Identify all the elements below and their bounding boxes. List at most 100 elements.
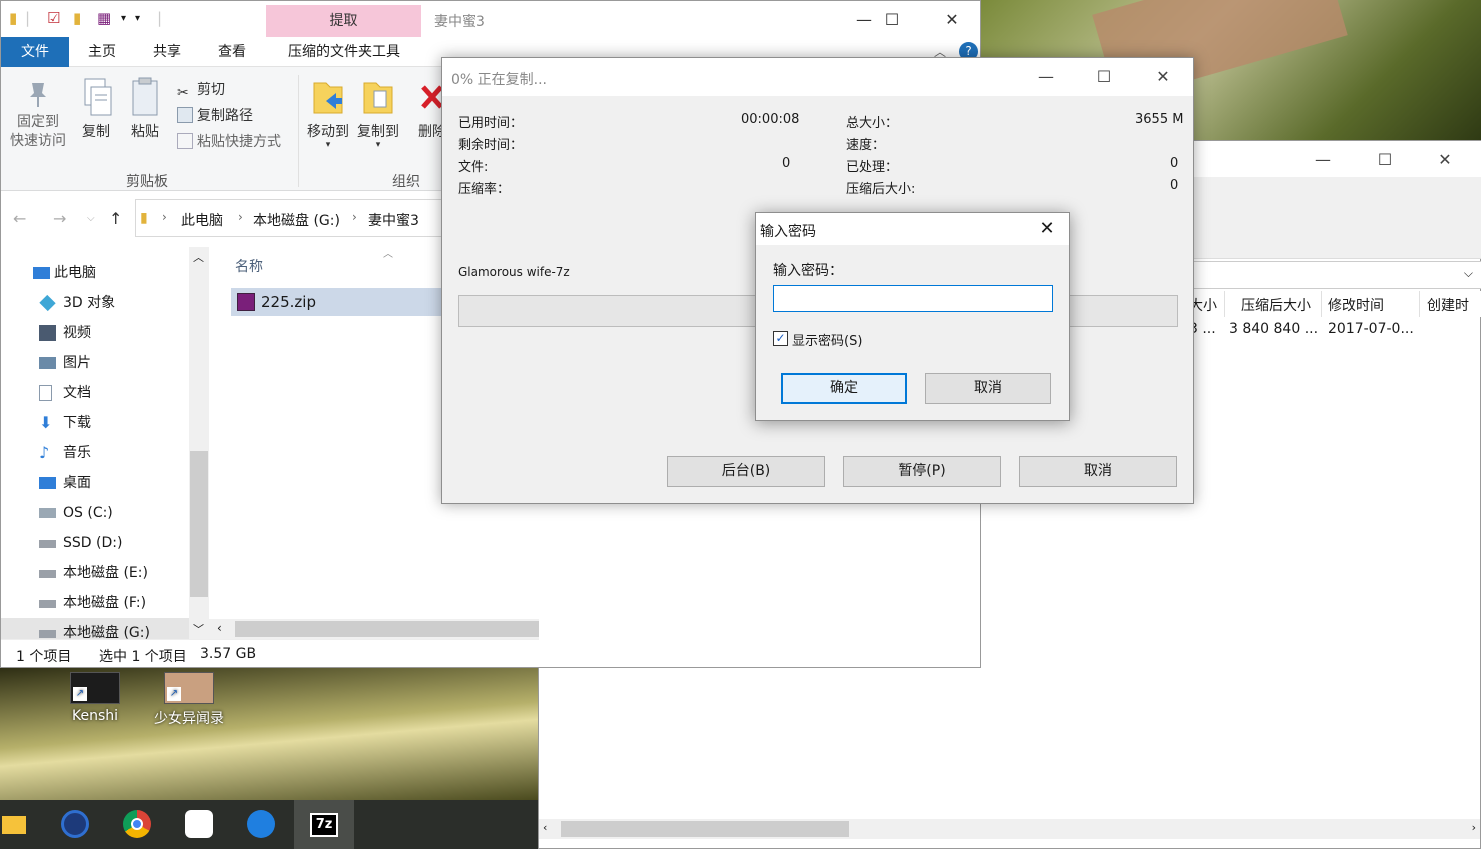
total-size-value: 3655 M xyxy=(1135,112,1184,127)
tab-view[interactable]: 查看 xyxy=(215,37,249,67)
dropdown-icon[interactable]: ▾ xyxy=(135,13,140,24)
selected-count: 选中 1 个项目 xyxy=(99,649,187,665)
nav-item-drive-d[interactable]: SSD (D:) xyxy=(1,528,189,558)
nav-item-desktop[interactable]: 桌面 xyxy=(1,468,189,498)
move-to-button[interactable]: 移动到 ▾ xyxy=(305,77,351,150)
taskbar-thunder[interactable] xyxy=(237,800,285,849)
nav-item-this-pc[interactable]: 此电脑 xyxy=(1,258,189,288)
recent-locations-icon[interactable]: ⌵ xyxy=(87,213,95,224)
scroll-up-icon[interactable]: ︿ xyxy=(193,249,204,265)
scroll-left-icon[interactable]: ‹ xyxy=(543,821,547,834)
pin-to-quick-access-button[interactable]: 固定到 快速访问 xyxy=(5,81,71,151)
column-header-name[interactable]: 名称 xyxy=(235,256,263,276)
ok-button[interactable]: 确定 xyxy=(781,373,907,404)
nav-item-videos[interactable]: 视频 xyxy=(1,318,189,348)
copy-path-button[interactable]: 复制路径 xyxy=(177,105,253,125)
forward-arrow-icon[interactable]: → xyxy=(53,209,66,228)
tab-compressed-tools[interactable]: 压缩的文件夹工具 xyxy=(281,37,407,67)
column-packed-size[interactable]: 压缩后大小 xyxy=(1241,295,1311,315)
taskbar-file-explorer[interactable] xyxy=(0,800,36,849)
address-bar[interactable]: ▮ › 此电脑 › 本地磁盘 (G:) › 妻中蜜3 xyxy=(135,199,455,237)
taskbar-7zip[interactable]: 7z xyxy=(294,800,354,849)
scrollbar-thumb[interactable] xyxy=(561,821,849,837)
move-to-icon xyxy=(310,77,346,117)
tab-share[interactable]: 共享 xyxy=(150,37,184,67)
paste-icon xyxy=(127,77,163,117)
nav-item-drive-e[interactable]: 本地磁盘 (E:) xyxy=(1,558,189,588)
nav-item-pictures[interactable]: 图片 xyxy=(1,348,189,378)
up-arrow-icon[interactable]: ↑ xyxy=(109,209,122,228)
password-titlebar: 输入密码 ✕ xyxy=(756,213,1069,245)
close-button[interactable]: ✕ xyxy=(923,7,980,33)
drive-icon xyxy=(39,630,56,638)
nav-item-documents[interactable]: 文档 xyxy=(1,378,189,408)
taskbar-baidu-netdisk[interactable] xyxy=(175,800,223,849)
desktop-icon-kenshi[interactable]: ↗ Kenshi xyxy=(50,672,140,724)
pin-icon xyxy=(26,81,50,109)
minimize-button[interactable]: — xyxy=(1294,147,1352,173)
breadcrumb-this-pc[interactable]: 此电脑 xyxy=(181,210,223,230)
cancel-button[interactable]: 取消 xyxy=(925,373,1051,404)
tab-file[interactable]: 文件 xyxy=(1,37,69,67)
show-password-checkbox[interactable]: ✓ xyxy=(773,331,788,346)
copy-button[interactable]: 复制 xyxy=(79,77,113,141)
customize-toolbar-icon[interactable]: ▾ xyxy=(121,13,126,24)
column-created[interactable]: 创建时 xyxy=(1427,295,1469,315)
scroll-right-icon[interactable]: › xyxy=(1472,821,1476,834)
cut-button[interactable]: ✂ 剪切 xyxy=(177,79,225,101)
maximize-button[interactable]: ☐ xyxy=(863,7,921,33)
processed-value: 0 xyxy=(1170,156,1179,171)
progress-title: 0% 正在复制... xyxy=(451,72,548,88)
breadcrumb-drive-g[interactable]: 本地磁盘 (G:) xyxy=(253,210,340,230)
nav-item-drive-c[interactable]: OS (C:) xyxy=(1,498,189,528)
column-modified[interactable]: 修改时间 xyxy=(1328,295,1384,315)
back-arrow-icon[interactable]: ← xyxy=(13,209,26,228)
nav-item-downloads[interactable]: ⬇ 下载 xyxy=(1,408,189,438)
pause-button[interactable]: 暂停(P) xyxy=(843,456,1001,487)
scrollbar-thumb[interactable] xyxy=(190,451,208,597)
show-password-label[interactable]: 显示密码(S) xyxy=(792,330,862,349)
document-icon xyxy=(39,385,52,401)
desktop-icon-game[interactable]: ↗ 少女异闻录 xyxy=(144,672,234,728)
navigation-pane: 此电脑 3D 对象 视频 图片 文档 ⬇ 下载 ♪ 音乐 桌面 OS (C:) SS… xyxy=(1,247,209,639)
ratio-label: 压缩率： xyxy=(458,182,511,197)
taskbar-ccleaner[interactable] xyxy=(51,800,99,849)
context-tab-extract[interactable]: 提取 xyxy=(266,5,421,37)
winrar-icon[interactable]: ▦ xyxy=(97,9,111,27)
cancel-button[interactable]: 取消 xyxy=(1019,456,1177,487)
tab-home[interactable]: 主页 xyxy=(85,37,119,67)
drive-icon xyxy=(39,600,56,608)
paste-shortcut-button[interactable]: 粘贴快捷方式 xyxy=(177,131,281,151)
scrollbar-thumb[interactable] xyxy=(235,621,539,637)
background-button[interactable]: 后台(B) xyxy=(667,456,825,487)
copy-to-button[interactable]: 复制到 ▾ xyxy=(355,77,401,150)
current-file-name: Glamorous wife-7z xyxy=(458,265,570,279)
new-folder-icon[interactable]: ▮ xyxy=(73,9,81,27)
paste-button[interactable]: 粘贴 xyxy=(127,77,163,141)
close-button[interactable]: ✕ xyxy=(1416,147,1474,173)
nav-item-drive-f[interactable]: 本地磁盘 (F:) xyxy=(1,588,189,618)
nav-item-3d-objects[interactable]: 3D 对象 xyxy=(1,288,189,318)
password-input[interactable] xyxy=(773,285,1053,312)
remaining-label: 剩余时间： xyxy=(458,138,524,153)
download-arrow-icon: ⬇ xyxy=(39,413,53,432)
minimize-button[interactable]: — xyxy=(1017,64,1075,90)
scroll-down-icon[interactable]: ﹀ xyxy=(193,621,204,637)
processed-label: 已处理： xyxy=(846,160,899,175)
password-dialog[interactable]: 输入密码 ✕ 输入密码： ✓ 显示密码(S) 确定 取消 xyxy=(755,212,1070,421)
nav-item-drive-g[interactable]: 本地磁盘 (G:) xyxy=(1,618,189,639)
nav-item-music[interactable]: ♪ 音乐 xyxy=(1,438,189,468)
chevron-down-icon[interactable]: ⌵ xyxy=(1464,266,1473,281)
scroll-left-icon[interactable]: ‹ xyxy=(217,621,222,635)
maximize-button[interactable]: ☐ xyxy=(1356,147,1414,173)
properties-check-icon[interactable]: ☑ xyxy=(47,9,60,27)
taskbar-chrome[interactable] xyxy=(113,800,161,849)
breadcrumb-current-folder[interactable]: 妻中蜜3 xyxy=(368,210,419,230)
close-button[interactable]: ✕ xyxy=(1134,64,1192,90)
folder-icon xyxy=(2,816,26,834)
close-button[interactable]: ✕ xyxy=(1025,213,1069,245)
clipboard-group-label: 剪贴板 xyxy=(126,174,168,190)
password-prompt: 输入密码： xyxy=(773,263,843,279)
desktop-icon-label: Kenshi xyxy=(71,708,119,724)
maximize-button[interactable]: ☐ xyxy=(1075,64,1133,90)
